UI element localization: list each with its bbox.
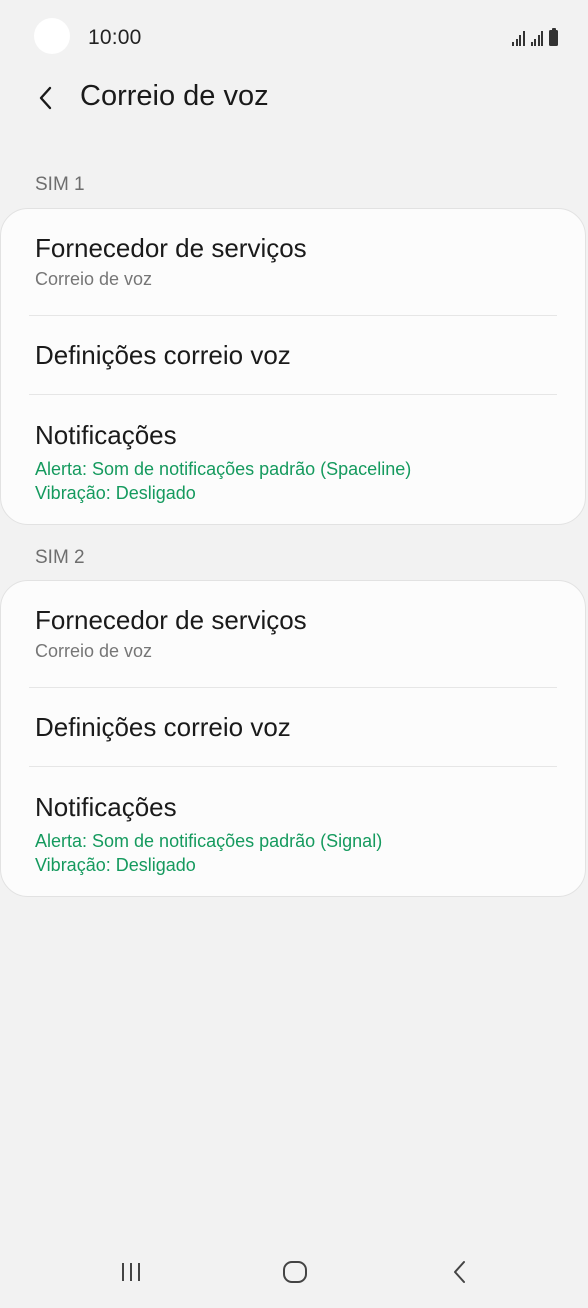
item-title: Definições correio voz	[35, 712, 291, 742]
item-vibration-status: Vibração: Desligado	[35, 855, 196, 875]
status-avatar-circle	[34, 18, 70, 54]
divider	[29, 687, 557, 688]
battery-icon	[549, 28, 558, 46]
item-title: Fornecedor de serviços	[35, 605, 307, 635]
sim2-card: Fornecedor de serviços Correio de voz De…	[0, 580, 586, 897]
status-icons	[512, 26, 558, 46]
item-title: Fornecedor de serviços	[35, 233, 307, 263]
signal-sim2-icon	[530, 30, 543, 46]
item-title: Definições correio voz	[35, 340, 291, 370]
sim2-service-provider-item[interactable]: Fornecedor de serviços Correio de voz	[1, 605, 585, 662]
divider	[29, 394, 557, 395]
back-button[interactable]	[28, 78, 64, 118]
status-time: 10:00	[88, 26, 142, 49]
sim1-card: Fornecedor de serviços Correio de voz De…	[0, 208, 586, 525]
sim2-voicemail-settings-item[interactable]: Definições correio voz	[1, 712, 585, 743]
signal-sim1-icon	[512, 30, 525, 46]
item-alert-status: Alerta: Som de notificações padrão (Spac…	[35, 459, 412, 479]
recents-button[interactable]	[101, 1250, 161, 1294]
divider	[29, 766, 557, 767]
item-alert-status: Alerta: Som de notificações padrão (Sign…	[35, 831, 383, 851]
item-subtitle: Correio de voz	[35, 641, 153, 661]
page-title: Correio de voz	[80, 80, 269, 112]
recents-icon	[122, 1263, 140, 1281]
divider	[29, 315, 557, 316]
voicemail-settings-screen: 10:00 Correio de voz SIM 1 Fornecedor de…	[0, 0, 588, 1308]
system-navigation-bar	[0, 1240, 588, 1308]
section-label-sim1: SIM 1	[35, 174, 85, 195]
item-subtitle: Correio de voz	[35, 269, 153, 289]
home-icon	[283, 1261, 307, 1283]
section-label-sim2: SIM 2	[35, 547, 85, 568]
sim1-service-provider-item[interactable]: Fornecedor de serviços Correio de voz	[1, 233, 585, 290]
sim1-notifications-item[interactable]: Notificações Alerta: Som de notificações…	[1, 420, 585, 505]
chevron-left-icon	[39, 86, 52, 110]
item-vibration-status: Vibração: Desligado	[35, 483, 196, 503]
sim1-voicemail-settings-item[interactable]: Definições correio voz	[1, 340, 585, 371]
item-title: Notificações	[35, 792, 177, 822]
home-button[interactable]	[265, 1250, 325, 1294]
item-title: Notificações	[35, 420, 177, 450]
nav-back-button[interactable]	[430, 1250, 490, 1294]
status-bar: 10:00	[0, 0, 588, 76]
sim2-notifications-item[interactable]: Notificações Alerta: Som de notificações…	[1, 792, 585, 877]
back-icon	[454, 1261, 465, 1283]
app-header: Correio de voz	[0, 76, 588, 120]
